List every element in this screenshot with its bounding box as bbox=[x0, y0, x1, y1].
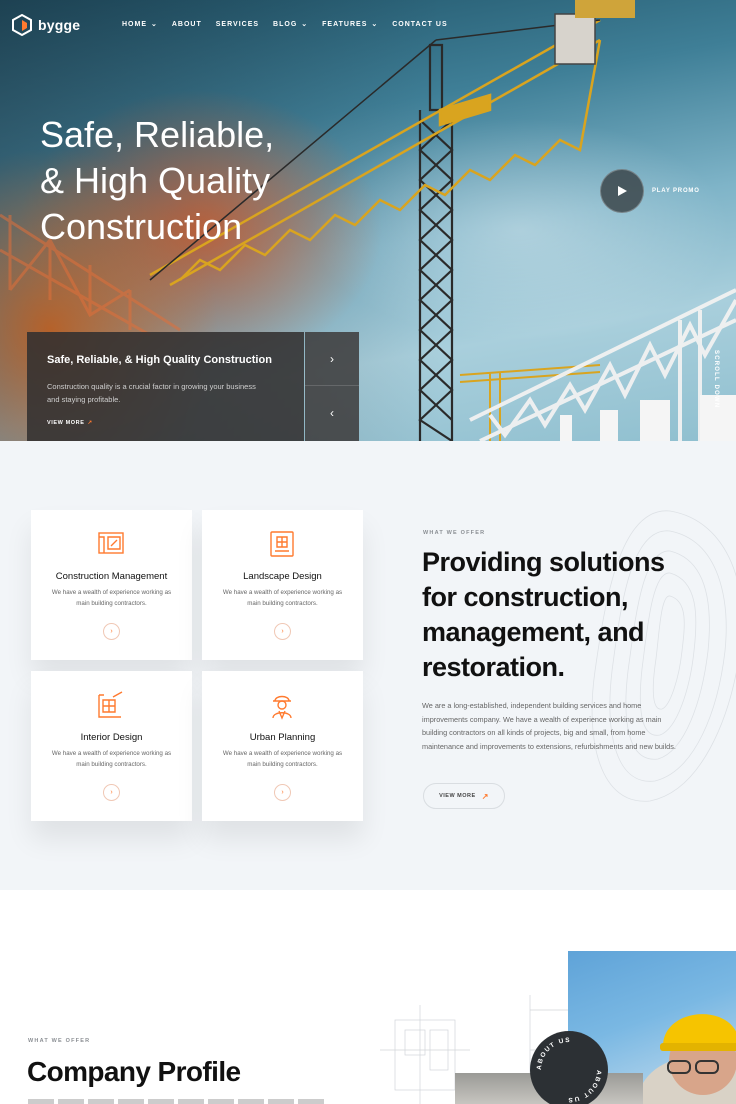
chevron-right-icon[interactable]: › bbox=[274, 623, 291, 640]
play-button[interactable] bbox=[600, 169, 644, 213]
slide-card-title: Safe, Reliable, & High Quality Construct… bbox=[47, 354, 272, 366]
section-title-line: restoration. bbox=[422, 652, 565, 682]
brand-name: bygge bbox=[38, 17, 81, 33]
scroll-down[interactable]: SCROLL DOWN bbox=[705, 350, 725, 410]
section-title-line: Providing solutions bbox=[422, 547, 665, 577]
svg-text:ABOUT US: ABOUT US bbox=[536, 1037, 571, 1070]
hero-title-line: Construction bbox=[40, 206, 243, 247]
about-us-badge[interactable]: ABOUT US ABOUT US bbox=[530, 1031, 608, 1104]
view-more-button[interactable]: VIEW MORE ↗ bbox=[423, 783, 505, 809]
service-card-interior[interactable]: Interior Design We have a wealth of expe… bbox=[31, 671, 192, 821]
prev-slide-button[interactable]: ‹ bbox=[305, 386, 359, 440]
service-text: We have a wealth of experience working a… bbox=[51, 589, 172, 607]
service-title: Urban Planning bbox=[249, 732, 316, 743]
service-text: We have a wealth of experience working a… bbox=[51, 750, 172, 768]
nav-item-contact[interactable]: CONTACT US bbox=[392, 20, 447, 28]
blueprint-icon bbox=[98, 532, 124, 554]
brand-logo[interactable]: bygge bbox=[12, 14, 80, 36]
service-card-construction[interactable]: Construction Management We have a wealth… bbox=[31, 510, 192, 660]
service-text: We have a wealth of experience working a… bbox=[222, 750, 343, 768]
arrow-up-right-icon: ↗ bbox=[481, 791, 489, 801]
hero-section: bygge HOME ⌄ ABOUT SERVICES BLOG ⌄ FEATURE… bbox=[0, 0, 736, 441]
chevron-right-icon[interactable]: › bbox=[103, 784, 120, 801]
nav-item-label: BLOG bbox=[273, 20, 298, 28]
services-section: Construction Management We have a wealth… bbox=[0, 441, 736, 890]
chevron-left-icon: ‹ bbox=[330, 406, 334, 420]
nav-item-services[interactable]: SERVICES bbox=[216, 20, 259, 28]
next-slide-button[interactable]: › bbox=[305, 332, 359, 386]
chevron-right-icon: › bbox=[330, 351, 334, 366]
view-more-label: VIEW MORE bbox=[439, 793, 476, 799]
nav-item-home[interactable]: HOME ⌄ bbox=[122, 20, 158, 29]
play-icon bbox=[618, 186, 627, 196]
landscape-plan-icon bbox=[270, 531, 294, 557]
chevron-down-icon: ⌄ bbox=[371, 21, 379, 28]
scroll-down-label: SCROLL DOWN bbox=[713, 350, 719, 409]
play-promo[interactable]: PLAY PROMO bbox=[600, 169, 700, 213]
hero-title-line: & High Quality bbox=[40, 160, 271, 201]
section-title: Company Profile bbox=[27, 1056, 241, 1087]
text-placeholder-line bbox=[28, 1099, 328, 1104]
section-description: We are a long-established, independent b… bbox=[422, 701, 676, 752]
circular-text-badge: ABOUT US ABOUT US bbox=[536, 1037, 602, 1103]
service-text: We have a wealth of experience working a… bbox=[222, 589, 343, 607]
service-card-urban[interactable]: Urban Planning We have a wealth of exper… bbox=[202, 671, 363, 821]
service-title: Interior Design bbox=[80, 732, 143, 743]
chevron-right-icon[interactable]: › bbox=[274, 784, 291, 801]
section-tag: WHAT WE OFFER bbox=[28, 1038, 91, 1044]
section-title-line: for construction, bbox=[422, 582, 629, 612]
nav-menu: HOME ⌄ ABOUT SERVICES BLOG ⌄ FEATURES ⌄ CON… bbox=[122, 20, 448, 29]
hero-title: Safe, Reliable, & High Quality Construct… bbox=[40, 112, 340, 250]
slider-arrows: › ‹ bbox=[305, 332, 359, 441]
service-title: Construction Management bbox=[55, 571, 168, 582]
service-title: Landscape Design bbox=[243, 571, 322, 582]
section-title: Providing solutions for construction, ma… bbox=[422, 545, 712, 685]
svg-text:ABOUT US: ABOUT US bbox=[567, 1070, 602, 1103]
worker-icon bbox=[272, 695, 292, 720]
badge-text: ABOUT US bbox=[536, 1037, 570, 1070]
chevron-right-icon[interactable]: › bbox=[103, 623, 120, 640]
hero-slide-card: Safe, Reliable, & High Quality Construct… bbox=[27, 332, 304, 441]
nav-item-label: ABOUT bbox=[171, 20, 202, 28]
interior-plan-icon bbox=[98, 691, 123, 718]
nav-item-label: HOME bbox=[122, 20, 147, 28]
arrow-up-right-icon: ↗ bbox=[87, 420, 93, 426]
company-profile-section: ABOUT US ABOUT US WHAT WE OFFER Company … bbox=[0, 890, 736, 1104]
slide-card-text: Construction quality is a crucial factor… bbox=[47, 382, 256, 404]
page: bygge HOME ⌄ ABOUT SERVICES BLOG ⌄ FEATURE… bbox=[0, 0, 736, 1104]
chevron-down-icon: ⌄ bbox=[151, 21, 158, 28]
section-tag: WHAT WE OFFER bbox=[423, 530, 486, 536]
hexagon-logo-icon bbox=[12, 14, 32, 36]
nav-item-features[interactable]: FEATURES ⌄ bbox=[322, 20, 379, 29]
badge-text: ABOUT US bbox=[567, 1070, 601, 1103]
play-promo-label: PLAY PROMO bbox=[652, 188, 700, 194]
nav-item-label: CONTACT US bbox=[392, 20, 448, 28]
nav-item-blog[interactable]: BLOG ⌄ bbox=[273, 20, 309, 29]
main-navigation: bygge HOME ⌄ ABOUT SERVICES BLOG ⌄ FEATURE… bbox=[0, 0, 736, 52]
nav-item-label: SERVICES bbox=[215, 20, 260, 28]
view-more-label: VIEW MORE bbox=[47, 420, 85, 426]
nav-item-about[interactable]: ABOUT bbox=[172, 20, 202, 28]
section-title-line: management, and bbox=[422, 617, 645, 647]
service-card-landscape[interactable]: Landscape Design We have a wealth of exp… bbox=[202, 510, 363, 660]
chevron-down-icon: ⌄ bbox=[301, 21, 309, 28]
hero-title-line: Safe, Reliable, bbox=[40, 114, 275, 155]
slide-view-more-link[interactable]: VIEW MORE ↗ bbox=[47, 420, 93, 426]
nav-item-label: FEATURES bbox=[322, 20, 368, 28]
